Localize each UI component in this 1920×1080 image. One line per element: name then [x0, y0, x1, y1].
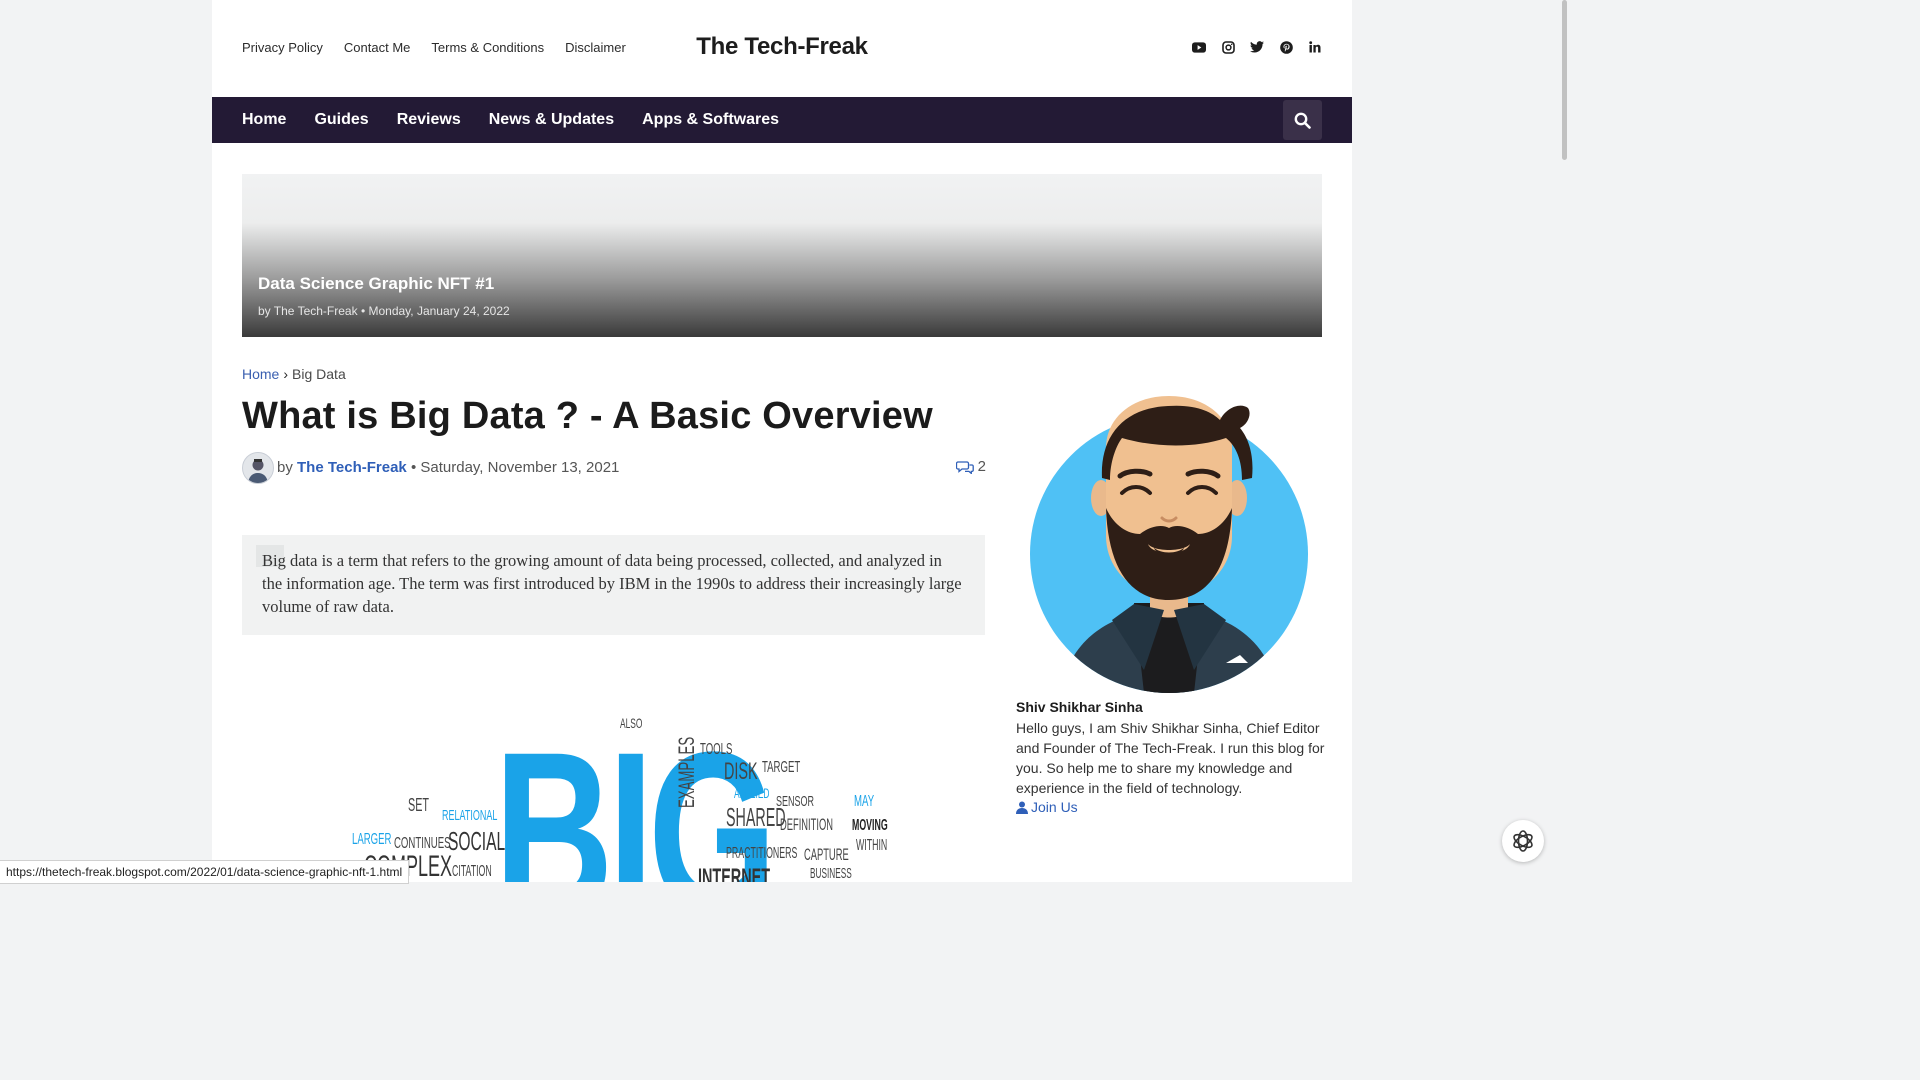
nav-item-apps-softwares[interactable]: Apps & Softwares — [642, 111, 779, 129]
cloud-word: SHARED — [726, 802, 786, 832]
nav-item-news-updates[interactable]: News & Updates — [489, 111, 614, 129]
youtube-icon[interactable] — [1192, 39, 1206, 55]
author-avatar[interactable] — [242, 452, 274, 484]
author-link[interactable]: The Tech-Freak — [297, 459, 407, 476]
cloud-word: PRACTITIONERS — [726, 845, 798, 862]
breadcrumb-separator: › — [283, 366, 289, 382]
nav-item-home[interactable]: Home — [242, 111, 286, 129]
site-brand: The Tech-Freak — [212, 33, 1352, 61]
main-nav: Home Guides Reviews News & Updates Apps … — [212, 97, 1352, 143]
user-icon — [1016, 801, 1028, 814]
cloud-word: INTERNET — [698, 864, 770, 883]
cloud-word: EXAMPLES — [674, 736, 699, 808]
scrollbar-thumb[interactable] — [1562, 0, 1567, 160]
post-meta: by The Tech-Freak • Saturday, November 1… — [242, 452, 986, 484]
breadcrumb: Home › Big Data — [242, 366, 346, 382]
cloud-word: TARGET — [762, 759, 801, 776]
cloud-word: MOVING — [852, 817, 888, 834]
sidebar-author-name: Shiv Shikhar Sinha — [1016, 699, 1143, 715]
openai-icon — [1513, 830, 1533, 852]
intro-blockquote: Big data is a term that refers to the gr… — [242, 535, 985, 635]
instagram-icon[interactable] — [1221, 39, 1235, 55]
featured-post[interactable]: Data Science Graphic NFT #1 by The Tech-… — [242, 174, 1322, 337]
twitter-icon[interactable] — [1250, 39, 1264, 55]
nav-item-reviews[interactable]: Reviews — [397, 111, 461, 129]
cloud-word: CITATION — [452, 863, 492, 880]
big-data-word-cloud-image: BIG ALSO TOOLS TARGET DISK APPLIED SENSO… — [342, 700, 902, 882]
cloud-word: SOCIAL — [448, 826, 506, 856]
sidebar-author-description: Hello guys, I am Shiv Shikhar Sinha, Chi… — [1016, 720, 1325, 796]
cloud-word: RELATIONAL — [442, 807, 498, 824]
post-byline: by The Tech-Freak • Saturday, November 1… — [277, 459, 619, 476]
site-brand-link[interactable]: The Tech-Freak — [696, 33, 868, 60]
post-date: • Saturday, November 13, 2021 — [410, 459, 620, 476]
search-button[interactable] — [1283, 100, 1322, 140]
byline-by: by — [277, 459, 293, 476]
cloud-word: CAPTURE — [804, 845, 849, 864]
page-container: Privacy Policy Contact Me Terms & Condit… — [212, 0, 1352, 882]
author-profile-image — [1030, 378, 1310, 693]
assistant-floating-button[interactable] — [1502, 820, 1544, 862]
comments-icon — [955, 460, 974, 474]
comments-count: 2 — [977, 458, 986, 475]
pinterest-icon[interactable] — [1279, 39, 1293, 55]
featured-post-meta: by The Tech-Freak • Monday, January 24, … — [258, 304, 510, 318]
cloud-word: TOOLS — [700, 741, 733, 758]
status-bar-url: https://thetech-freak.blogspot.com/2022/… — [0, 860, 410, 884]
nav-item-guides[interactable]: Guides — [314, 111, 368, 129]
join-us-link[interactable]: Join Us — [1016, 799, 1078, 815]
cloud-word: LARGER — [352, 831, 392, 848]
intro-text: Big data is a term that refers to the gr… — [262, 551, 962, 616]
cloud-word: BUSINESS — [810, 865, 852, 882]
cloud-word: APPLIED — [734, 785, 770, 801]
cloud-word: DISK — [724, 758, 758, 785]
linkedin-icon[interactable] — [1308, 39, 1322, 55]
cloud-word: MAY — [854, 793, 875, 810]
social-links — [1192, 39, 1322, 55]
cloud-word: ALSO — [620, 715, 643, 731]
breadcrumb-home[interactable]: Home — [242, 366, 279, 382]
scrollbar[interactable] — [1562, 0, 1568, 882]
post-title: What is Big Data ? - A Basic Overview — [242, 395, 933, 437]
comments-link[interactable]: 2 — [955, 458, 986, 475]
search-icon — [1294, 112, 1311, 129]
join-us-label: Join Us — [1031, 799, 1078, 815]
cloud-word: DEFINITION — [780, 815, 833, 834]
nav-items: Home Guides Reviews News & Updates Apps … — [242, 97, 779, 143]
cloud-word: WITHIN — [856, 837, 888, 854]
featured-post-title[interactable]: Data Science Graphic NFT #1 — [258, 274, 494, 294]
cloud-word: SET — [408, 795, 430, 815]
breadcrumb-current[interactable]: Big Data — [292, 366, 346, 382]
